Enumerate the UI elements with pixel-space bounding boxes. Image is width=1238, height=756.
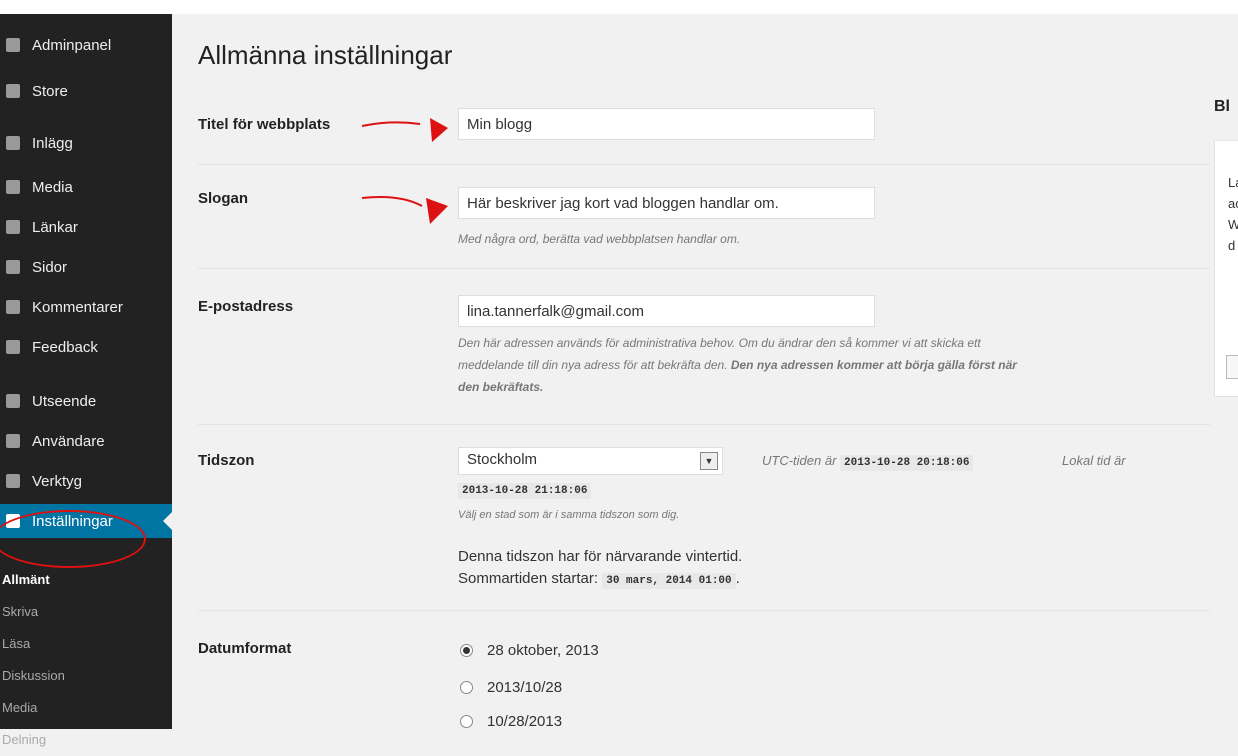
submenu-media[interactable]: Media — [0, 692, 172, 724]
sidebar-item-label: Utseende — [32, 392, 97, 410]
timezone-description: Välj en stad som är i samma tidszon som … — [458, 509, 680, 521]
user-icon — [6, 434, 20, 448]
chevron-down-icon[interactable]: ▼ — [700, 452, 718, 470]
email-description-line: den bekräftats. — [458, 376, 1178, 398]
date-format-option[interactable]: 28 oktober, 2013 — [460, 642, 599, 659]
media-icon — [6, 180, 20, 194]
submenu-discussion[interactable]: Diskussion — [0, 660, 172, 692]
side-panel-button[interactable] — [1226, 355, 1238, 379]
side-panel-line: La — [1228, 175, 1238, 190]
link-icon — [6, 220, 20, 234]
wrench-icon — [6, 474, 20, 488]
timezone-label: Tidszon — [198, 452, 255, 469]
annotation-arrow — [361, 196, 448, 224]
dst-start: Sommartiden startar: 30 mars, 2014 01:00… — [458, 570, 740, 589]
email-label: E-postadress — [198, 298, 294, 315]
date-format-option[interactable]: 10/28/2013 — [460, 713, 562, 730]
tagline-input[interactable] — [458, 187, 875, 219]
sidebar-item-feedback[interactable]: Feedback — [0, 330, 172, 364]
brush-icon — [6, 394, 20, 408]
divider — [198, 610, 1210, 611]
local-time: 2013-10-28 21:18:06 — [458, 478, 592, 502]
tagline-label: Slogan — [198, 190, 249, 207]
date-format-option-label: 10/28/2013 — [487, 713, 563, 730]
utc-value: 2013-10-28 20:18:06 — [840, 455, 974, 471]
sidebar-item-label: Länkar — [32, 218, 78, 236]
divider — [198, 268, 1210, 269]
admin-sidebar: Adminpanel Store Inlägg Media Länkar Sid… — [0, 14, 172, 747]
comment-icon — [6, 300, 20, 314]
radio-button[interactable] — [460, 715, 473, 728]
divider — [198, 424, 1210, 425]
timezone-select[interactable]: Stockholm ▼ — [458, 447, 723, 475]
dst-start-value: 30 mars, 2014 01:00 — [602, 573, 736, 589]
annotation-arrow — [361, 118, 448, 142]
sidebar-item-users[interactable]: Användare — [0, 424, 172, 458]
sidebar-item-label: Sidor — [32, 258, 68, 276]
sidebar-item-label: Inlägg — [32, 134, 73, 152]
email-description-line: Den här adressen används för administrat… — [458, 336, 981, 350]
side-panel-title: Bl — [1214, 98, 1230, 115]
top-strip — [0, 0, 1238, 14]
sidebar-item-media[interactable]: Media — [0, 170, 172, 204]
sidebar-item-adminpanel[interactable]: Adminpanel — [0, 28, 172, 62]
dst-note: Denna tidszon har för närvarande vintert… — [458, 548, 743, 565]
radio-button[interactable] — [460, 644, 473, 657]
sidebar-item-label: Adminpanel — [32, 36, 112, 54]
email-description-line: meddelande till din nya adress för att b… — [458, 354, 1178, 376]
sidebar-item-appearance[interactable]: Utseende — [0, 384, 172, 418]
side-panel-line: d — [1228, 238, 1236, 253]
sidebar-item-label: Media — [32, 178, 73, 196]
tagline-description: Med några ord, berätta vad webbplatsen h… — [458, 232, 741, 246]
settings-submenu: Allmänt Skriva Läsa Diskussion Media Del… — [0, 564, 172, 756]
local-time-label: Lokal tid är — [1062, 453, 1126, 468]
sidebar-item-label: Kommentarer — [32, 298, 123, 316]
submenu-reading[interactable]: Läsa — [0, 628, 172, 660]
submenu-general[interactable]: Allmänt — [0, 564, 172, 596]
date-format-label: Datumformat — [198, 640, 292, 657]
date-format-option[interactable]: 2013/10/28 — [460, 679, 562, 696]
email-input[interactable] — [458, 295, 875, 327]
store-icon — [6, 84, 20, 98]
pin-icon — [6, 136, 20, 150]
email-description: Den här adressen används för administrat… — [458, 332, 1178, 398]
date-format-option-label: 2013/10/28 — [487, 679, 563, 696]
sidebar-item-label: Användare — [32, 432, 105, 450]
side-panel-line: ac — [1228, 196, 1238, 211]
sidebar-item-label: Verktyg — [32, 472, 83, 490]
date-format-option-label: 28 oktober, 2013 — [487, 642, 599, 659]
sidebar-item-links[interactable]: Länkar — [0, 210, 172, 244]
sidebar-item-label: Store — [32, 82, 68, 100]
dashboard-icon — [6, 38, 20, 52]
page-title: Allmänna inställningar — [198, 40, 453, 70]
sidebar-item-store[interactable]: Store — [0, 74, 172, 108]
sidebar-item-tools[interactable]: Verktyg — [0, 464, 172, 498]
annotation-circle — [0, 510, 146, 568]
site-title-label: Titel för webbplats — [198, 116, 331, 133]
side-panel-line: W — [1228, 217, 1238, 232]
dst-start-label: Sommartiden startar: — [458, 570, 599, 587]
page-icon — [6, 260, 20, 274]
submenu-writing[interactable]: Skriva — [0, 596, 172, 628]
sidebar-item-pages[interactable]: Sidor — [0, 250, 172, 284]
sidebar-item-comments[interactable]: Kommentarer — [0, 290, 172, 324]
utc-label: UTC-tiden är — [762, 453, 837, 468]
email-description-bold: den bekräftats. — [458, 380, 544, 394]
utc-time: UTC-tiden är 2013-10-28 20:18:06 — [762, 450, 974, 474]
divider — [198, 164, 1210, 165]
radio-button[interactable] — [460, 681, 473, 694]
sidebar-item-posts[interactable]: Inlägg — [0, 126, 172, 160]
email-description-text: meddelande till din nya adress för att b… — [458, 358, 728, 372]
side-panel-text: La ac W d — [1228, 172, 1238, 256]
feedback-icon — [6, 340, 20, 354]
email-description-bold: Den nya adressen kommer att börja gälla … — [730, 358, 1017, 372]
sidebar-item-label: Feedback — [32, 338, 98, 356]
timezone-selected: Stockholm — [467, 451, 538, 468]
local-value: 2013-10-28 21:18:06 — [458, 483, 592, 499]
site-title-input[interactable] — [458, 108, 875, 140]
